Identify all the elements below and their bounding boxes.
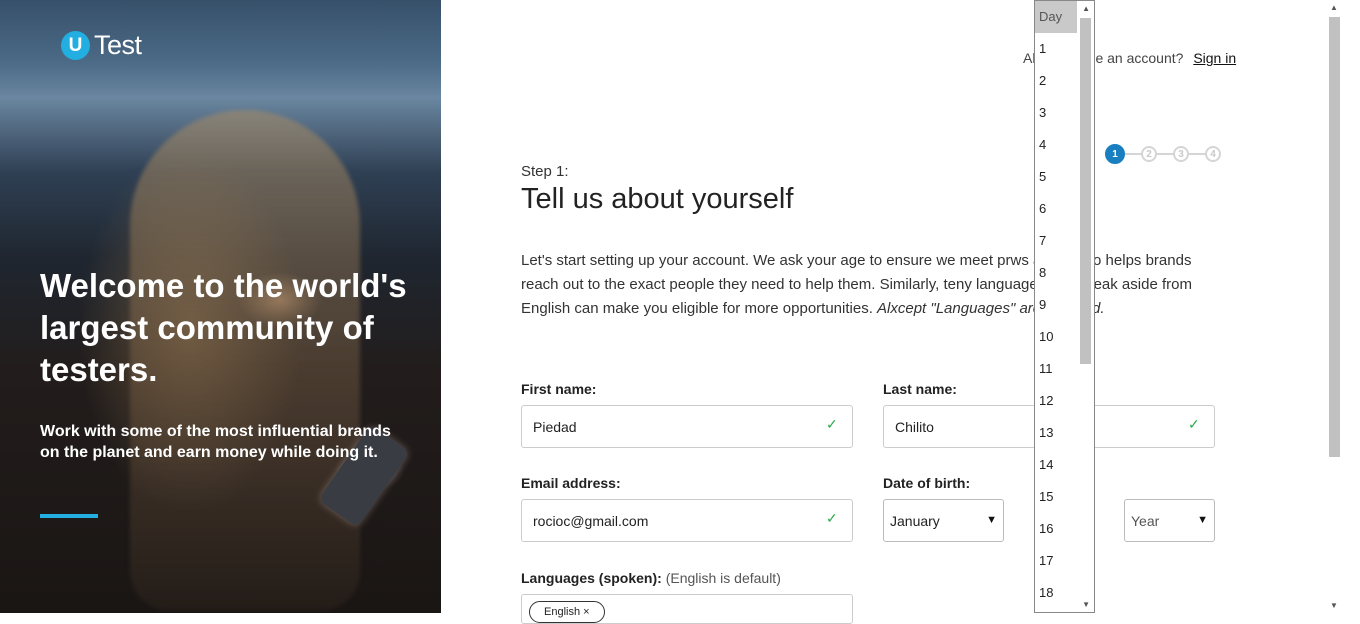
last-name-label: Last name: [883,381,957,397]
dropdown-option[interactable]: 7 [1035,225,1081,257]
dropdown-scrollbar[interactable]: ▲ ▼ [1077,1,1094,612]
dropdown-option[interactable]: 9 [1035,289,1081,321]
dropdown-option[interactable]: 2 [1035,65,1081,97]
logo-word: Test [94,30,142,60]
hero-accent-bar [40,514,98,518]
scroll-up-icon[interactable]: ▲ [1082,4,1090,13]
dropdown-option[interactable]: 4 [1035,129,1081,161]
dropdown-option[interactable]: 14 [1035,449,1081,481]
dropdown-option[interactable]: 11 [1035,353,1081,385]
dropdown-option[interactable]: 13 [1035,417,1081,449]
hero-subtext: Work with some of the most influential b… [40,423,391,461]
step-label: Step 1: [521,163,569,180]
page-scroll-thumb[interactable] [1329,17,1340,457]
chevron-down-icon: ▼ [986,514,997,526]
signin-prefix-tail: e an account? [1095,50,1184,66]
languages-label-text: Languages (spoken): [521,570,662,586]
check-icon: ✓ [826,510,838,526]
check-icon: ✓ [1188,416,1200,432]
languages-note: (English is default) [665,570,781,586]
dropdown-scroll-thumb[interactable] [1080,18,1091,364]
dob-year-select[interactable]: Year ▼ [1124,499,1215,542]
dropdown-option[interactable]: 15 [1035,481,1081,513]
dob-day-dropdown-list[interactable]: Day 1 2 3 4 5 6 7 8 9 10 11 12 13 14 15 16 17 18 ▲ ▼ [1034,0,1095,613]
chevron-down-icon: ▼ [1197,514,1208,526]
step-1: 1 [1105,144,1125,164]
dob-year-value: Year [1131,512,1160,529]
intro-part-a: Let's start setting up your account. We … [521,252,1011,269]
last-name-value: Chilito [895,418,934,435]
email-label: Email address: [521,475,621,491]
dob-month-value: January [890,512,940,529]
step-indicator: 1 2 3 4 [1105,144,1221,164]
dob-month-select[interactable]: January ▼ [883,499,1004,542]
dropdown-option[interactable]: 16 [1035,513,1081,545]
language-chip-english[interactable]: English × [529,601,605,623]
dropdown-option[interactable]: 18 [1035,577,1081,609]
dropdown-option[interactable]: 5 [1035,161,1081,193]
page-title: Tell us about yourself [521,183,794,215]
first-name-value: Piedad [533,418,577,435]
email-field[interactable]: rocioc@gmail.com ✓ [521,499,853,542]
step-4: 4 [1205,146,1221,162]
first-name-field[interactable]: Piedad ✓ [521,405,853,448]
step-connector [1189,153,1205,155]
dropdown-option[interactable]: 12 [1035,385,1081,417]
intro-em-a: Al [877,300,891,317]
dropdown-option[interactable]: 3 [1035,97,1081,129]
languages-label: Languages (spoken): (English is default) [521,570,781,586]
dropdown-option[interactable]: 8 [1035,257,1081,289]
email-value: rocioc@gmail.com [533,512,649,529]
scroll-up-icon[interactable]: ▲ [1330,3,1338,12]
dropdown-option[interactable]: 17 [1035,545,1081,577]
intro-text: Let's start setting up your account. We … [521,249,1231,321]
hero-headline: Welcome to the world's largest community… [40,267,407,388]
logo-badge: U [61,31,90,60]
dropdown-option[interactable]: 10 [1035,321,1081,353]
scroll-down-icon[interactable]: ▼ [1082,600,1090,609]
first-name-label: First name: [521,381,597,397]
utest-logo[interactable]: U Test [61,30,142,61]
step-connector [1157,153,1173,155]
check-icon: ✓ [826,416,838,432]
hero-panel: U Test Welcome to the world's largest co… [0,0,441,613]
dob-label: Date of birth: [883,475,971,491]
dropdown-option[interactable]: Day [1035,1,1081,33]
dropdown-option[interactable]: 6 [1035,193,1081,225]
step-2: 2 [1141,146,1157,162]
signin-link[interactable]: Sign in [1193,50,1236,66]
page-scrollbar[interactable]: ▲ ▼ [1326,0,1343,613]
step-3: 3 [1173,146,1189,162]
scroll-down-icon[interactable]: ▼ [1330,601,1338,610]
step-connector [1125,153,1141,155]
dropdown-option[interactable]: 1 [1035,33,1081,65]
